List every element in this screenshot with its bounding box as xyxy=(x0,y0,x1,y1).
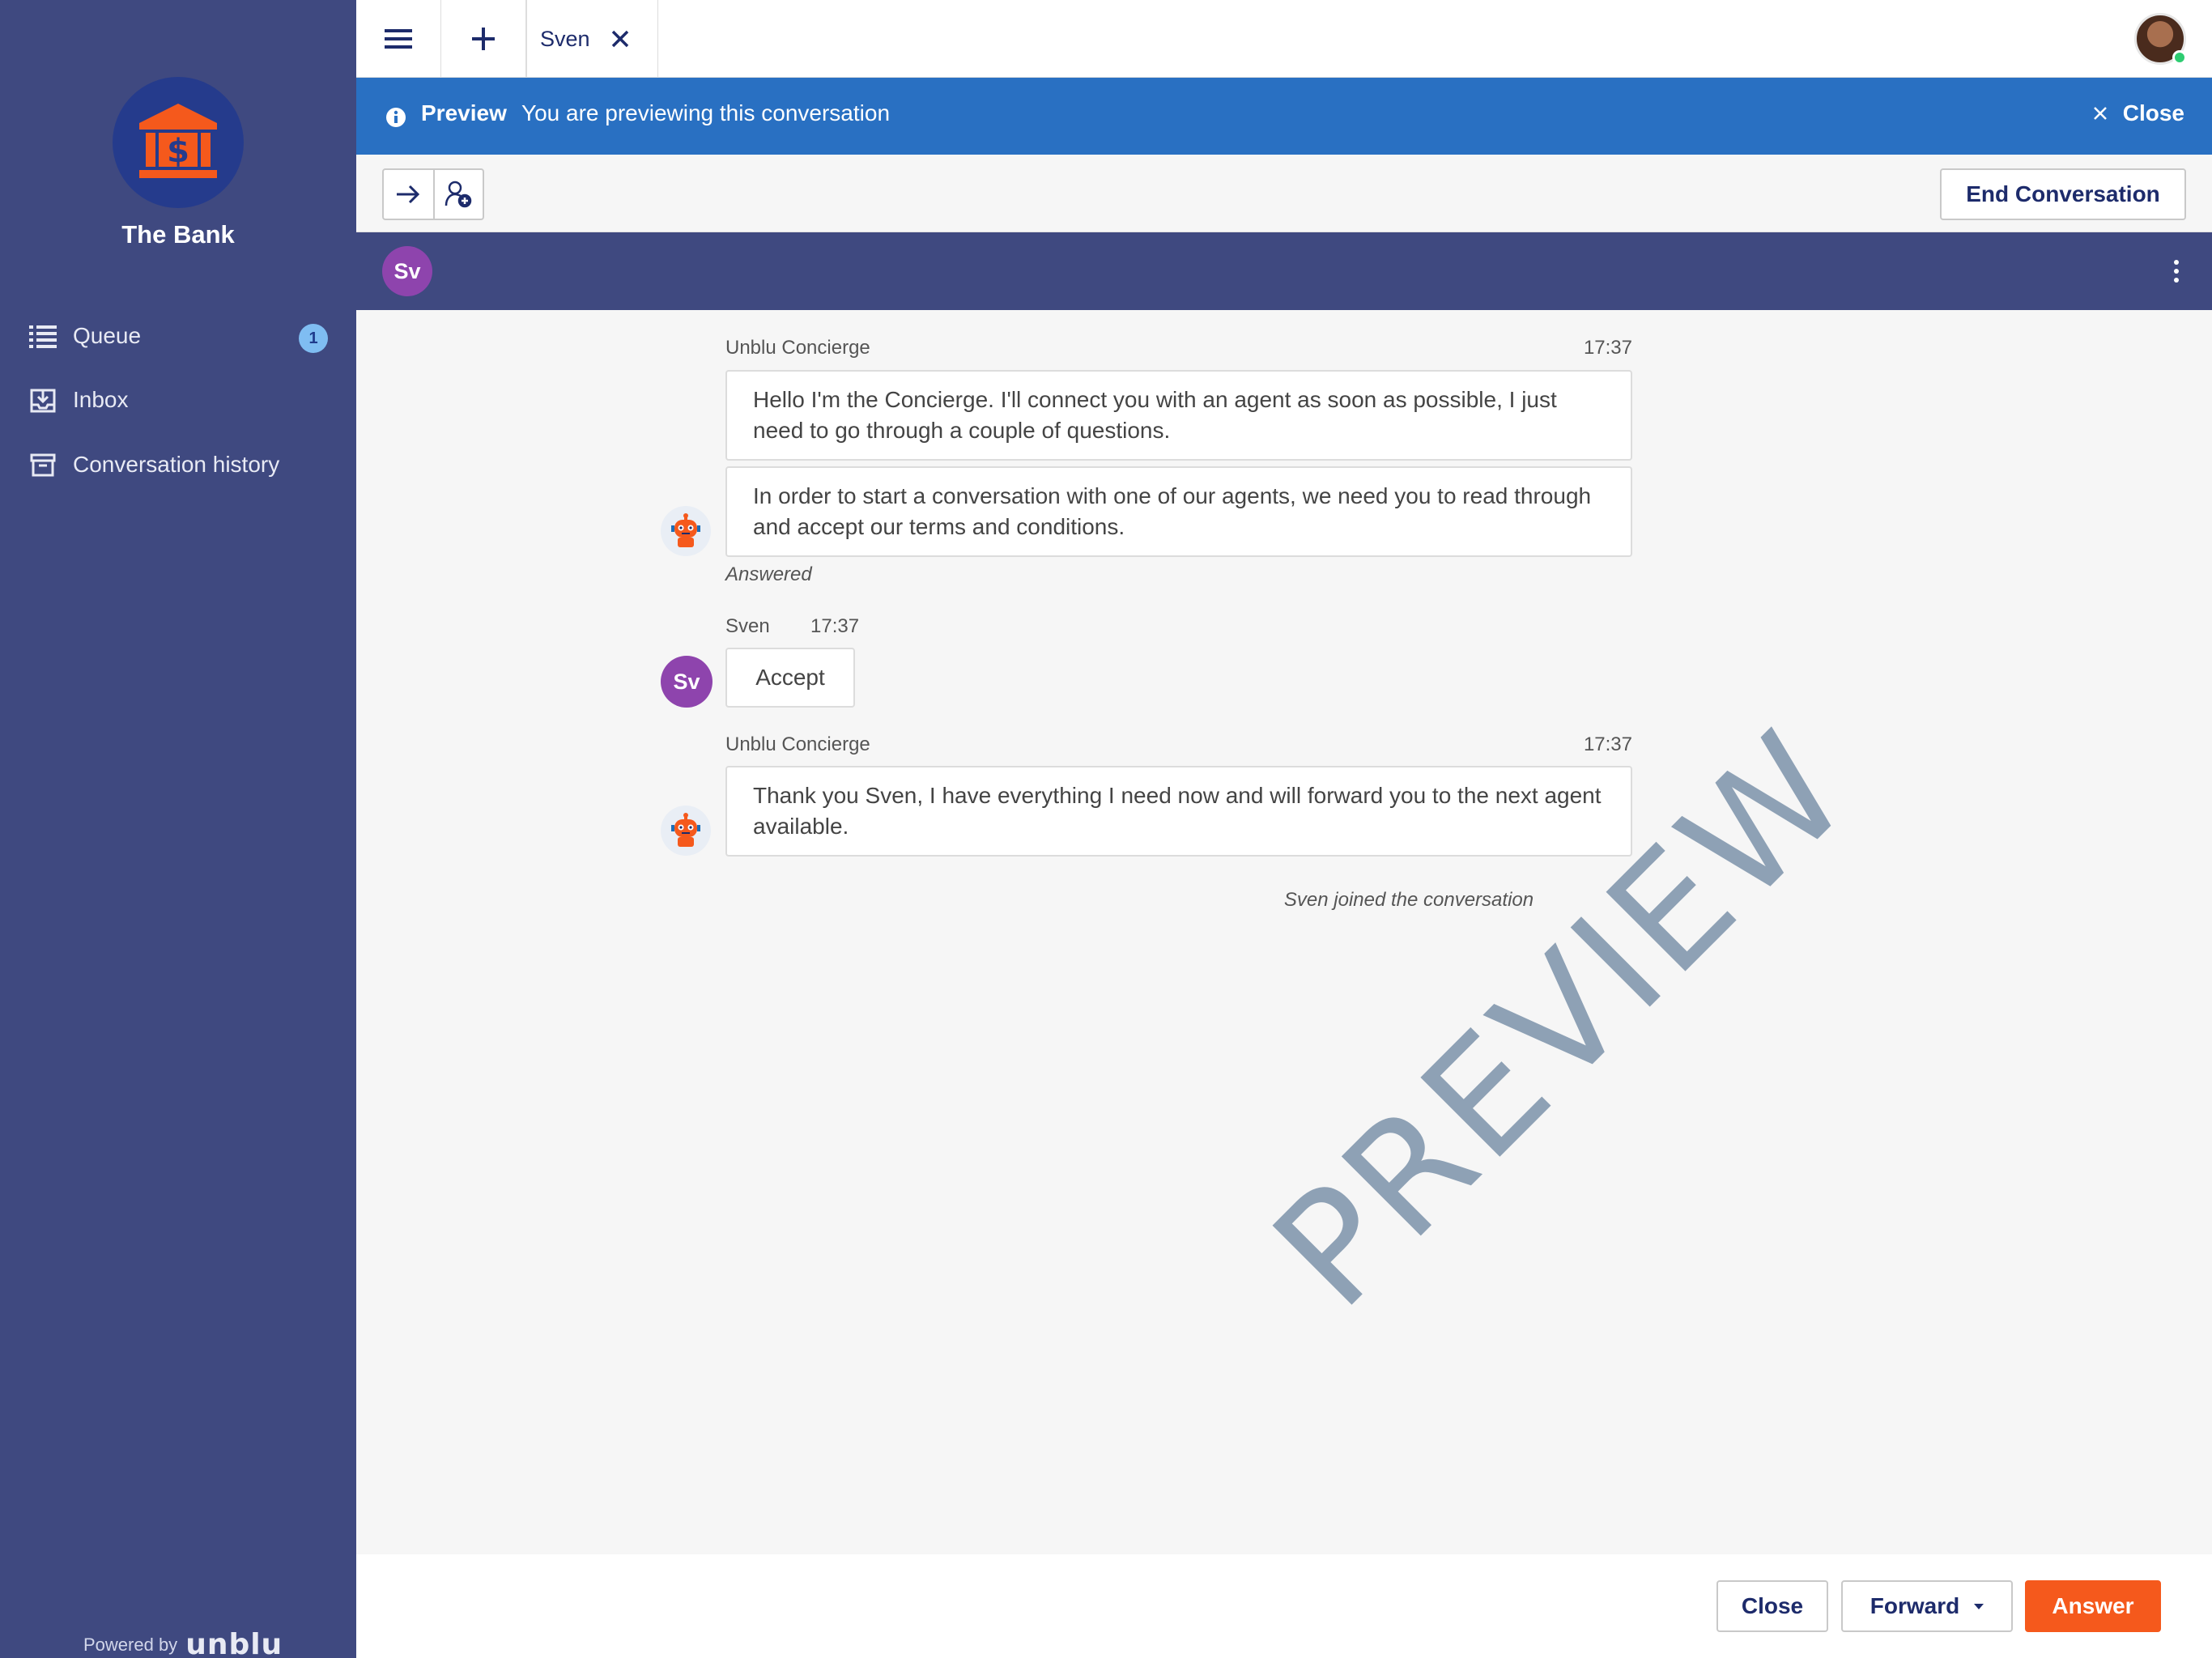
message-sender: Unblu Concierge xyxy=(725,337,870,359)
online-status-icon xyxy=(2172,50,2187,65)
sidebar-item-label: Inbox xyxy=(73,387,129,412)
bot-avatar xyxy=(661,806,711,856)
powered-by-text: Powered by xyxy=(83,1634,178,1655)
tool-group xyxy=(382,168,484,220)
sidebar-item-conversation-history[interactable]: Conversation history xyxy=(29,444,279,485)
inbox-icon xyxy=(29,386,57,414)
participants-bar: Sv xyxy=(356,232,2212,310)
svg-text:$: $ xyxy=(167,133,189,170)
archive-icon xyxy=(29,451,57,478)
tab-label: Sven xyxy=(540,26,590,51)
add-person-icon xyxy=(445,181,472,208)
message-bubble: Accept xyxy=(725,648,855,708)
tab-sven[interactable]: Sven xyxy=(526,0,658,78)
system-note: Sven joined the conversation xyxy=(1283,889,1534,911)
message-bubble: In order to start a conversation with on… xyxy=(725,466,1632,557)
menu-button[interactable] xyxy=(356,0,441,78)
queue-count-badge: 1 xyxy=(299,324,328,353)
message-bubble: Thank you Sven, I have everything I need… xyxy=(725,766,1632,857)
message-bubble: Hello I'm the Concierge. I'll connect yo… xyxy=(725,370,1632,461)
conversation-toolbar: End Conversation xyxy=(356,155,2212,232)
banner-text: You are previewing this conversation xyxy=(521,100,891,125)
message-time: 17:37 xyxy=(1583,733,1632,755)
answered-status: Answered xyxy=(725,563,812,585)
powered-by: Powered by unblu xyxy=(83,1628,283,1658)
banner-close-button[interactable]: Close xyxy=(1270,100,2184,126)
bank-icon: $ xyxy=(139,104,217,178)
plus-icon xyxy=(472,28,495,50)
sidebar-item-queue[interactable]: Queue xyxy=(29,316,141,356)
preview-banner: Preview You are previewing this conversa… xyxy=(356,78,2212,155)
more-options-icon[interactable] xyxy=(2167,255,2186,287)
end-conversation-button[interactable]: End Conversation xyxy=(1940,168,2186,220)
close-button[interactable]: Close xyxy=(1716,1580,1828,1632)
banner-title: Preview xyxy=(421,100,507,125)
top-bar: Sven xyxy=(356,0,2212,78)
answer-button[interactable]: Answer xyxy=(2025,1580,2161,1632)
new-tab-button[interactable] xyxy=(441,0,526,78)
brand-name: The Bank xyxy=(121,220,235,249)
close-icon xyxy=(2093,107,2107,120)
sidebar-item-label: Conversation history xyxy=(73,452,280,477)
hamburger-icon xyxy=(385,29,412,49)
conversation-area: Unblu Concierge 17:37 Hello I'm the Conc… xyxy=(356,310,2212,1554)
unblu-logo: unblu xyxy=(185,1628,283,1658)
message-sender: Sven xyxy=(725,615,770,637)
banner-close-label: Close xyxy=(2122,100,2184,125)
sender-avatar: Sv xyxy=(661,656,713,708)
info-icon xyxy=(386,108,406,127)
sidebar-item-inbox[interactable]: Inbox xyxy=(29,380,129,420)
forward-button[interactable]: Forward xyxy=(1841,1580,2013,1632)
message-sender: Unblu Concierge xyxy=(725,733,870,755)
bank-logo: $ xyxy=(113,77,244,208)
forward-arrow-button[interactable] xyxy=(384,170,433,219)
list-icon xyxy=(29,322,57,350)
arrow-right-icon xyxy=(397,185,420,204)
robot-icon xyxy=(671,813,700,847)
forward-label: Forward xyxy=(1870,1593,1960,1618)
robot-icon xyxy=(671,513,700,547)
message-time: 17:37 xyxy=(1583,337,1632,359)
bot-avatar xyxy=(661,506,711,556)
footer-actions: Close Forward Answer xyxy=(356,1554,2212,1658)
caret-down-icon xyxy=(1974,1603,1984,1609)
sidebar-item-label: Queue xyxy=(73,323,142,348)
invite-agent-button[interactable] xyxy=(432,170,483,219)
sidebar: $ The Bank Queue 1 Inbox Conversation hi… xyxy=(0,0,356,1658)
tab-close-icon[interactable] xyxy=(611,30,629,48)
message-time: 17:37 xyxy=(810,615,860,637)
participant-avatar[interactable]: Sv xyxy=(382,246,432,296)
